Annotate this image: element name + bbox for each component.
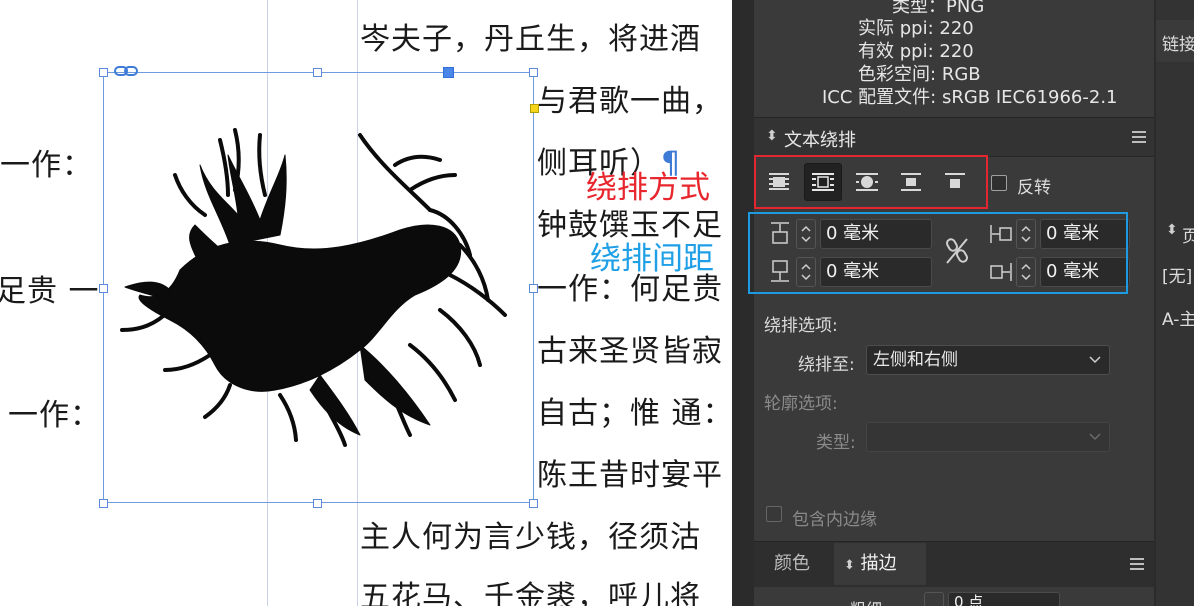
resize-handle-middle-right[interactable] <box>529 284 538 293</box>
document-canvas[interactable]: 岑夫子，丹丘生，将进酒 与君歌一曲， 侧耳听）¶ 钟鼓馔玉不足 一作：何足贵 古… <box>0 0 732 606</box>
resize-handle-bottom-right[interactable] <box>529 499 538 508</box>
tab-stroke[interactable]: ⬍ 描边 <box>834 543 926 585</box>
text-line[interactable]: 岑夫子，丹丘生，将进酒 <box>360 14 701 58</box>
info-icc-profile: ICC 配置文件: sRGB IEC61966-2.1 <box>822 83 1118 109</box>
image-frame-selection[interactable] <box>103 72 534 503</box>
resize-handle-bottom-left[interactable] <box>99 499 108 508</box>
info-icc-value: sRGB IEC61966-2.1 <box>941 87 1118 108</box>
info-effective-ppi-label: 有效 ppi: <box>858 41 934 62</box>
text-wrap-panel-header[interactable]: ⬍ 文本绕排 <box>754 117 1154 157</box>
annotation-box-wrap-spacing <box>748 212 1128 294</box>
panel-menu-icon[interactable] <box>1130 558 1144 570</box>
resize-handle-bottom-center[interactable] <box>313 499 322 508</box>
contour-type-label: 类型: <box>816 433 856 453</box>
resize-handle-middle-left[interactable] <box>99 284 108 293</box>
wrap-to-value: 左侧和右侧 <box>873 350 958 370</box>
include-inside-edges-label: 包含内边缘 <box>792 510 877 530</box>
right-panel: 类型：PNG 实际 ppi: 220 有效 ppi: 220 色彩空间: RGB… <box>732 0 1194 606</box>
links-panel-label: 链接 <box>1162 35 1194 55</box>
info-actual-ppi-value: 220 <box>939 18 974 39</box>
invert-label: 反转 <box>1017 178 1051 198</box>
secondary-panel-column: 链接 ⬍ 页 [无] A-主 <box>1156 0 1194 606</box>
properties-panel: 类型：PNG 实际 ppi: 220 有效 ppi: 220 色彩空间: RGB… <box>748 0 1154 606</box>
text-line[interactable]: 一作： <box>0 140 93 184</box>
chevron-down-icon <box>1089 433 1101 441</box>
stroke-weight-input[interactable]: 0 点 <box>948 592 1060 606</box>
chevron-down-icon <box>1089 356 1101 364</box>
pages-panel-label: 页 <box>1182 227 1194 247</box>
text-line[interactable]: 主人何为言少钱，径须沽 <box>360 512 701 556</box>
collapse-chevron-icon[interactable]: ⬍ <box>1166 222 1178 238</box>
text-line[interactable]: 一作： <box>8 390 101 434</box>
text-line[interactable]: 与君歌一曲， <box>537 76 723 120</box>
resize-handle-top-center[interactable] <box>313 68 322 77</box>
stroke-weight-stepper[interactable] <box>924 592 944 606</box>
resize-handle-top-left[interactable] <box>99 68 108 77</box>
panel-menu-icon[interactable] <box>1132 131 1146 143</box>
contour-type-dropdown[interactable] <box>866 422 1110 452</box>
info-color-space-value: RGB <box>941 64 981 85</box>
annotation-wrap-spacing: 绕排间距 <box>590 241 714 277</box>
text-wrap-panel-title: 文本绕排 <box>784 130 856 151</box>
annotation-wrap-mode: 绕排方式 <box>586 170 710 206</box>
info-icc-label: ICC 配置文件: <box>822 87 937 108</box>
text-line[interactable]: 古来圣贤皆寂 <box>537 326 723 370</box>
links-panel-tab[interactable]: 链接 <box>1156 20 1194 62</box>
wrap-to-dropdown[interactable]: 左侧和右侧 <box>866 345 1110 375</box>
info-effective-ppi-value: 220 <box>939 41 974 62</box>
text-line[interactable]: 陈王昔时宴平 <box>537 450 723 494</box>
stroke-weight-label: 粗细 <box>850 596 882 606</box>
tab-stroke-label: 描边 <box>860 553 897 574</box>
corner-options-handle[interactable] <box>530 104 539 113</box>
wrap-to-label: 绕排至: <box>798 355 855 375</box>
master-none-item[interactable]: [无] <box>1162 262 1192 287</box>
tab-color[interactable]: 颜色 <box>764 543 836 585</box>
annotation-box-wrap-mode <box>754 155 988 209</box>
text-line[interactable]: 五花马、千金裘，呼儿将 <box>360 572 701 606</box>
link-icon[interactable] <box>114 64 138 78</box>
info-color-space-label: 色彩空间: <box>858 64 937 85</box>
wrap-options-label: 绕排选项: <box>764 316 838 336</box>
master-a-item[interactable]: A-主 <box>1162 305 1194 330</box>
resize-handle-top-right[interactable] <box>529 68 538 77</box>
pages-panel-header[interactable]: ⬍ 页 <box>1156 210 1194 256</box>
contour-options-label: 轮廓选项: <box>764 394 838 414</box>
text-line[interactable]: 足贵 一 <box>0 266 100 310</box>
text-line[interactable]: 自古；惟 通： <box>537 388 732 432</box>
collapse-chevron-icon[interactable]: ⬍ <box>844 558 855 573</box>
invert-checkbox[interactable] <box>991 175 1007 191</box>
include-inside-edges-checkbox[interactable] <box>766 506 782 522</box>
collapse-chevron-icon[interactable]: ⬍ <box>766 128 778 144</box>
content-grabber-handle[interactable] <box>443 67 454 78</box>
info-actual-ppi-label: 实际 ppi: <box>858 18 934 39</box>
